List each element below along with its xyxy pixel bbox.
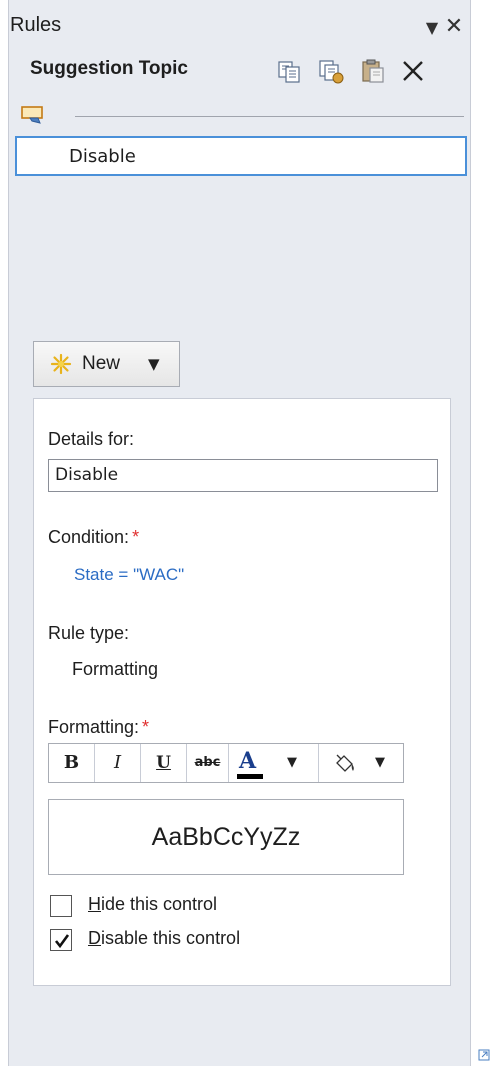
formatting-preview: AaBbCcYyZz [48, 799, 404, 875]
new-button-label: New [82, 353, 121, 374]
condition-label: Condition: * [48, 527, 140, 547]
rule-list-item[interactable]: Disable [15, 136, 467, 176]
copy-rule-icon[interactable] [274, 56, 304, 86]
required-marker: * [142, 717, 150, 737]
rule-type-value: Formatting [72, 659, 159, 679]
strikethrough-button[interactable]: abc [187, 744, 229, 782]
formatting-label: Formatting: * [48, 717, 150, 737]
chevron-down-icon: ▼ [375, 755, 385, 770]
rule-group-separator [20, 104, 464, 128]
font-color-icon: A [239, 748, 257, 774]
disable-control-label: Disable this control [88, 928, 241, 948]
rule-type-label: Rule type: [48, 623, 130, 643]
external-link-icon[interactable] [478, 1046, 490, 1061]
paint-bucket-icon [333, 752, 357, 790]
delete-rule-icon[interactable] [398, 56, 428, 86]
close-icon[interactable]: ✕ [442, 14, 466, 40]
rule-details-panel: Details for: Disable Condition: * State =… [33, 398, 451, 986]
required-marker: * [132, 527, 140, 547]
formatting-toolbar: B I U abc A ▼ ▼ [48, 743, 404, 783]
font-color-swatch [237, 774, 263, 779]
pane-titlebar: Rules ▼ ✕ [10, 12, 470, 46]
chevron-down-icon: ▼ [148, 355, 160, 373]
font-color-button[interactable]: A ▼ [229, 744, 319, 782]
chevron-down-icon[interactable]: ▼ [420, 16, 444, 40]
pane-title: Rules [10, 14, 62, 36]
underline-button[interactable]: U [141, 744, 187, 782]
shading-color-button[interactable]: ▼ [319, 744, 404, 782]
details-for-label: Details for: [48, 429, 135, 449]
checkmark-icon [54, 934, 70, 949]
rules-header: Suggestion Topic [10, 50, 470, 92]
condition-link[interactable]: State = "WAC" [74, 565, 184, 585]
pane-right-border [470, 0, 474, 1066]
bold-button[interactable]: B [49, 744, 95, 782]
paste-rule-icon[interactable] [358, 56, 388, 86]
separator-line [75, 116, 464, 117]
chevron-down-icon: ▼ [287, 755, 297, 770]
copy-all-rules-icon[interactable] [316, 56, 346, 86]
disable-control-checkbox[interactable] [50, 929, 72, 951]
hide-control-label: Hide this control [88, 894, 218, 914]
rule-name-input[interactable]: Disable [48, 459, 438, 492]
rule-list-label: Disable [69, 146, 136, 167]
new-rule-button[interactable]: New ▼ [33, 341, 180, 387]
control-name-title: Suggestion Topic [30, 58, 188, 79]
pane-left-border [0, 0, 9, 1066]
hide-control-checkbox[interactable] [50, 895, 72, 917]
italic-button[interactable]: I [95, 744, 141, 782]
rule-group-icon [20, 104, 46, 130]
rules-task-pane: Rules ▼ ✕ Suggestion Topic Disable New ▼… [0, 0, 474, 1066]
new-star-icon [50, 353, 72, 379]
